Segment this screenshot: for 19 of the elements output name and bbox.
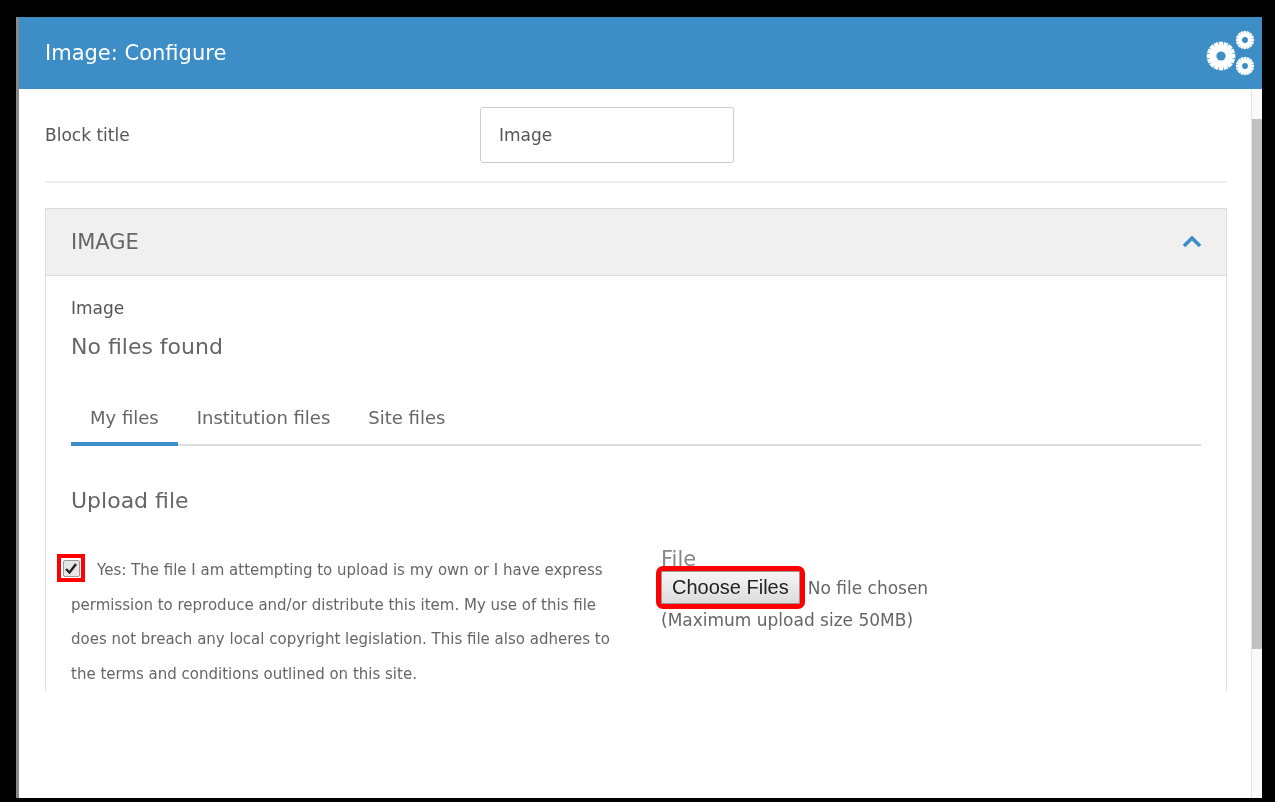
section-title: IMAGE <box>71 230 139 254</box>
empty-message: No files found <box>71 334 224 359</box>
field-label: Block title <box>45 125 131 145</box>
checkmark-icon <box>65 562 77 574</box>
chevron-up-icon[interactable] <box>1182 236 1202 248</box>
section-heading: Upload file <box>71 488 190 513</box>
highlighted-checkbox[interactable] <box>57 554 85 582</box>
file-status: No file chosen <box>807 577 929 598</box>
window-title: Image: Configure <box>45 41 227 65</box>
upload-hint: (Maximum upload size 50MB) <box>661 610 915 630</box>
file-tab[interactable]: Site files <box>349 393 465 446</box>
consent-text: Yes: The file I am attempting to upload is my own or I have express permission to reproduce and/or distribute this item. My use of this file does not breach any local copyright legislation. This file also adheres to the terms and conditions outlined on this site. <box>71 560 611 685</box>
gears-icon[interactable] <box>1204 29 1256 77</box>
scrollbar[interactable] <box>1251 89 1262 798</box>
field-label: File <box>661 547 698 571</box>
file-tab[interactable]: My files <box>71 393 178 446</box>
block-title-field[interactable]: Image <box>480 107 734 163</box>
field-label: Image <box>71 298 126 318</box>
file-tab[interactable]: Institution files <box>177 393 350 446</box>
